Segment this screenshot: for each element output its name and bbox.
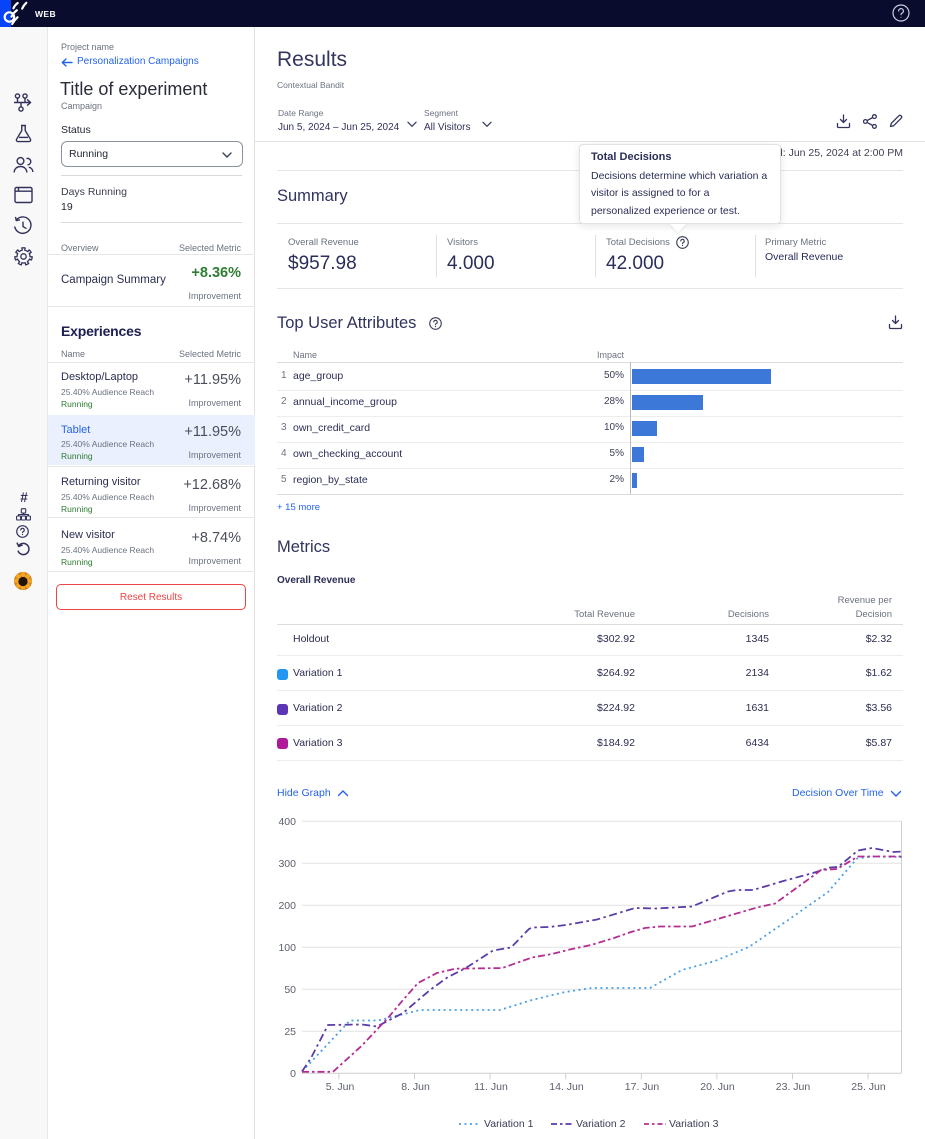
svg-text:100: 100 bbox=[278, 942, 296, 954]
svg-text:14. Jun: 14. Jun bbox=[549, 1081, 584, 1093]
svg-text:23. Jun: 23. Jun bbox=[776, 1081, 811, 1093]
svg-text:0: 0 bbox=[290, 1068, 296, 1080]
svg-text:25: 25 bbox=[284, 1026, 296, 1038]
svg-text:25. Jun: 25. Jun bbox=[851, 1081, 886, 1093]
svg-text:20. Jun: 20. Jun bbox=[700, 1081, 735, 1093]
svg-text:5. Jun: 5. Jun bbox=[326, 1081, 355, 1093]
svg-text:200: 200 bbox=[278, 900, 296, 912]
svg-text:11. Jun: 11. Jun bbox=[474, 1081, 508, 1093]
svg-text:400: 400 bbox=[278, 816, 296, 828]
svg-text:300: 300 bbox=[278, 858, 296, 870]
svg-text:50: 50 bbox=[284, 984, 296, 996]
svg-text:8. Jun: 8. Jun bbox=[401, 1081, 430, 1093]
svg-text:17. Jun: 17. Jun bbox=[625, 1081, 660, 1093]
